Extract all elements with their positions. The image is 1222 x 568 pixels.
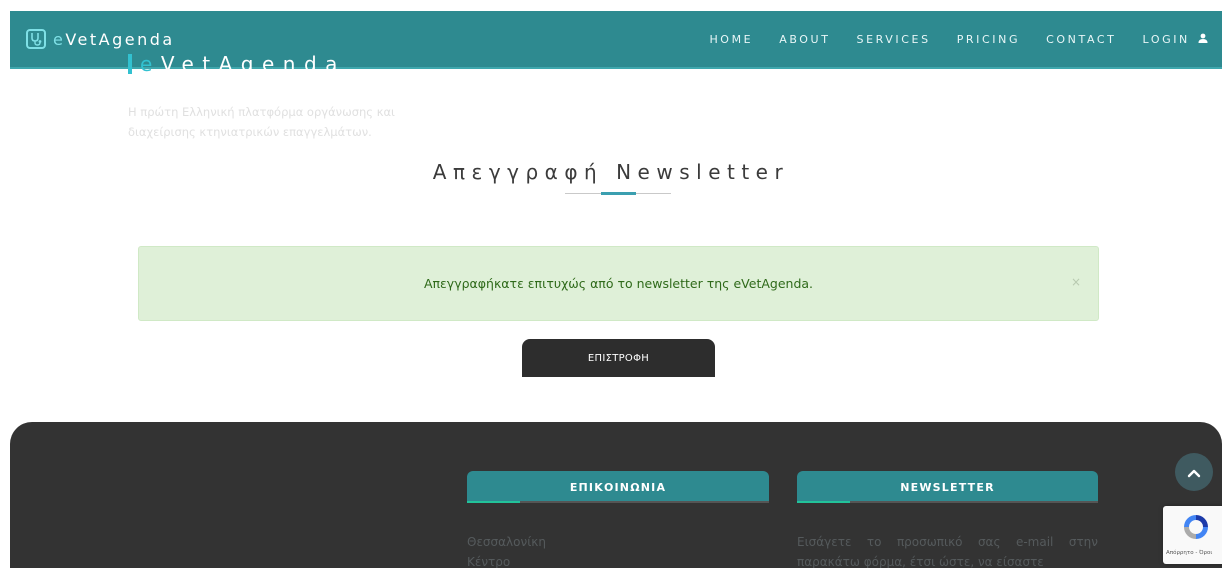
back-button[interactable]: ΕΠΙΣΤΡΟΦΗ — [522, 339, 715, 377]
user-icon — [1198, 33, 1208, 46]
nav-pricing[interactable]: PRICING — [957, 33, 1020, 46]
footer-brand-name: eVetAgenda — [140, 52, 346, 76]
chevron-up-icon — [1187, 463, 1201, 482]
success-alert: Απεγγραφήκατε επιτυχώς από το newsletter… — [138, 246, 1099, 321]
alert-message: Απεγγραφήκατε επιτυχώς από το newsletter… — [423, 276, 814, 291]
nav-home[interactable]: HOME — [709, 33, 753, 46]
title-divider-accent — [601, 192, 636, 195]
newsletter-heading: NEWSLETTER — [797, 471, 1098, 503]
nav-services[interactable]: SERVICES — [857, 33, 931, 46]
contact-heading: ΕΠΙΚΟΙΝΩΝΙΑ — [467, 471, 769, 503]
nav-login-label: LOGIN — [1142, 32, 1190, 46]
brand-logo[interactable]: eVetAgenda — [26, 29, 175, 49]
newsletter-heading-accent — [797, 501, 850, 503]
page-title: Απεγγραφή Newsletter — [432, 160, 790, 184]
nav-about[interactable]: ABOUT — [779, 33, 830, 46]
contact-city: Θεσσαλονίκη — [467, 535, 546, 549]
contact-heading-accent — [467, 501, 520, 503]
recaptcha-icon — [1181, 512, 1211, 546]
nav-links: HOME ABOUT SERVICES PRICING CONTACT LOGI… — [683, 33, 1208, 46]
footer-description: Η πρώτη Ελληνική πλατφόρμα οργάνωσης και… — [128, 105, 395, 139]
nav-login[interactable]: LOGIN — [1142, 33, 1208, 46]
recaptcha-badge[interactable]: Απόρρητο - Όροι — [1163, 506, 1222, 564]
page: eVetAgenda HOME ABOUT SERVICES PRICING C… — [0, 0, 1222, 568]
contact-area: Κέντρο — [467, 555, 511, 568]
nav-contact[interactable]: CONTACT — [1046, 33, 1116, 46]
stethoscope-icon — [26, 29, 46, 49]
brand-name: eVetAgenda — [53, 29, 175, 49]
footer-brand: eVetAgenda — [128, 52, 346, 76]
footer-brand-bar — [128, 54, 132, 74]
scroll-top-button[interactable] — [1175, 453, 1213, 491]
recaptcha-links[interactable]: Απόρρητο - Όροι — [1166, 550, 1212, 556]
newsletter-description: Εισάγετε το προσωπικό σας e-mail στην πα… — [797, 535, 1098, 568]
close-icon[interactable]: × — [1071, 275, 1081, 289]
